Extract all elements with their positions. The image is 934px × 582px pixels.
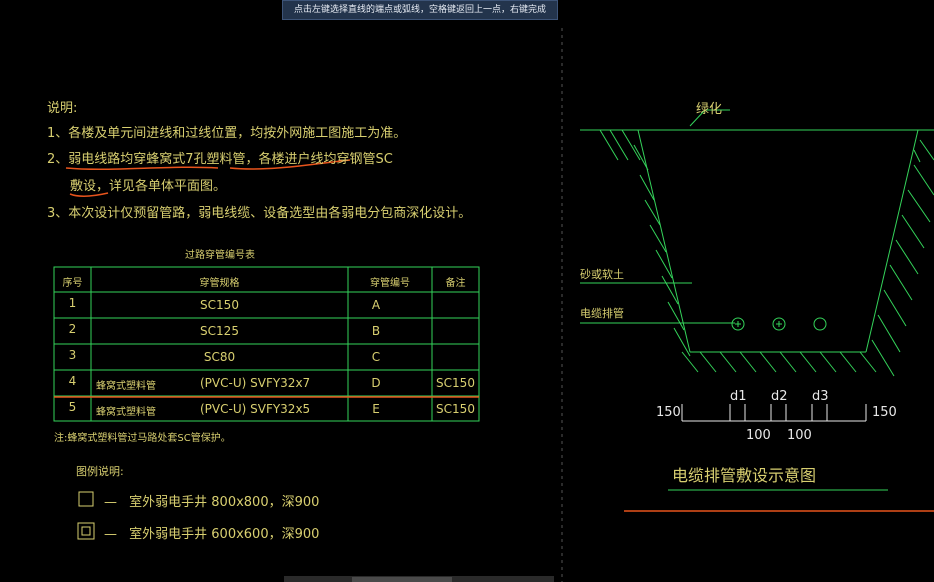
table-header-remark: 备注 [445,278,466,289]
dim-150-right: 150 [872,405,897,420]
notes-line-1: 1、各楼及单元间进线和过线位置，均按外网施工图施工为准。 [47,126,407,141]
table-row-2-code: B [371,324,381,338]
legend-box-2 [77,522,95,540]
table-row-3-spec: SC80 [203,350,236,364]
dim-d2: d2 [771,389,788,404]
label-soil: 砂或软土 [580,268,624,281]
scrollbar-thumb[interactable] [352,577,452,582]
table-row-4-code: D [371,376,381,390]
label-cable-pipe: 电缆排管 [580,307,624,320]
table-row-4-spec-name: 蜂窝式塑料管 [96,381,156,392]
table-row-1-no: 1 [68,296,77,310]
legend-dash-1: — [104,495,117,510]
dim-150-left: 150 [656,405,681,420]
table-row-3-code: C [371,350,381,364]
table-row-2-spec: SC125 [200,324,239,338]
table-row-1-spec: SC150 [200,298,239,312]
table-row-5-code: E [372,402,380,416]
legend-title: 图例说明: [76,465,124,478]
table-row-2-no: 2 [68,322,77,336]
table-title: 过路穿管编号表 [185,250,255,261]
table-header-spec: 穿管规格 [199,278,240,289]
table-row-3-no: 3 [68,348,77,362]
table-row-4-no: 4 [68,374,77,388]
table-footnote: 注:蜂窝式塑料管过马路处套SC管保护。 [54,433,231,444]
table-row-5-remark: SC150 [436,402,475,416]
table-row-4-spec: (PVC-U) SVFY32x7 [200,376,311,390]
table-row-5-spec: (PVC-U) SVFY32x5 [200,402,311,416]
dim-100-b: 100 [787,428,812,443]
legend-item-1: — 室外弱电手井 800x800，深900 [104,491,319,510]
dim-100-a: 100 [746,428,771,443]
legend-dash-2: — [104,527,117,542]
legend-item-2-label: 室外弱电手井 600x600，深900 [129,527,320,542]
legend-item-2: — 室外弱电手井 600x600，深900 [104,523,319,542]
table-header-code: 穿管编号 [370,278,410,289]
notes-line-2b: 敷设，详见各单体平面图。 [70,179,227,194]
dimension-line [681,404,867,422]
table-row-4-remark: SC150 [436,376,475,390]
legend-box-1 [78,491,94,507]
table-row-5-spec-name: 蜂窝式塑料管 [96,407,156,418]
table-grid [53,266,480,422]
diagram-title: 电缆排管敷设示意图 [672,466,817,485]
dim-d3: d3 [812,389,829,404]
notes-line-2: 2、弱电线路均穿蜂窝式7孔塑料管，各楼进户线均穿钢管SC [47,152,393,167]
table-row-1-code: A [371,298,381,312]
dim-d1: d1 [730,389,747,404]
table-row-5-no: 5 [68,400,77,414]
notes-title: 说明: [47,101,78,116]
notes-line-3: 3、本次设计仅预留管路，弱电线缆、设备选型由各弱电分包商深化设计。 [47,206,472,221]
legend-item-1-label: 室外弱电手井 800x800，深900 [129,495,320,510]
trench-diagram [580,109,934,377]
label-greening: 绿化 [696,102,723,117]
table-header-no: 序号 [62,278,83,289]
